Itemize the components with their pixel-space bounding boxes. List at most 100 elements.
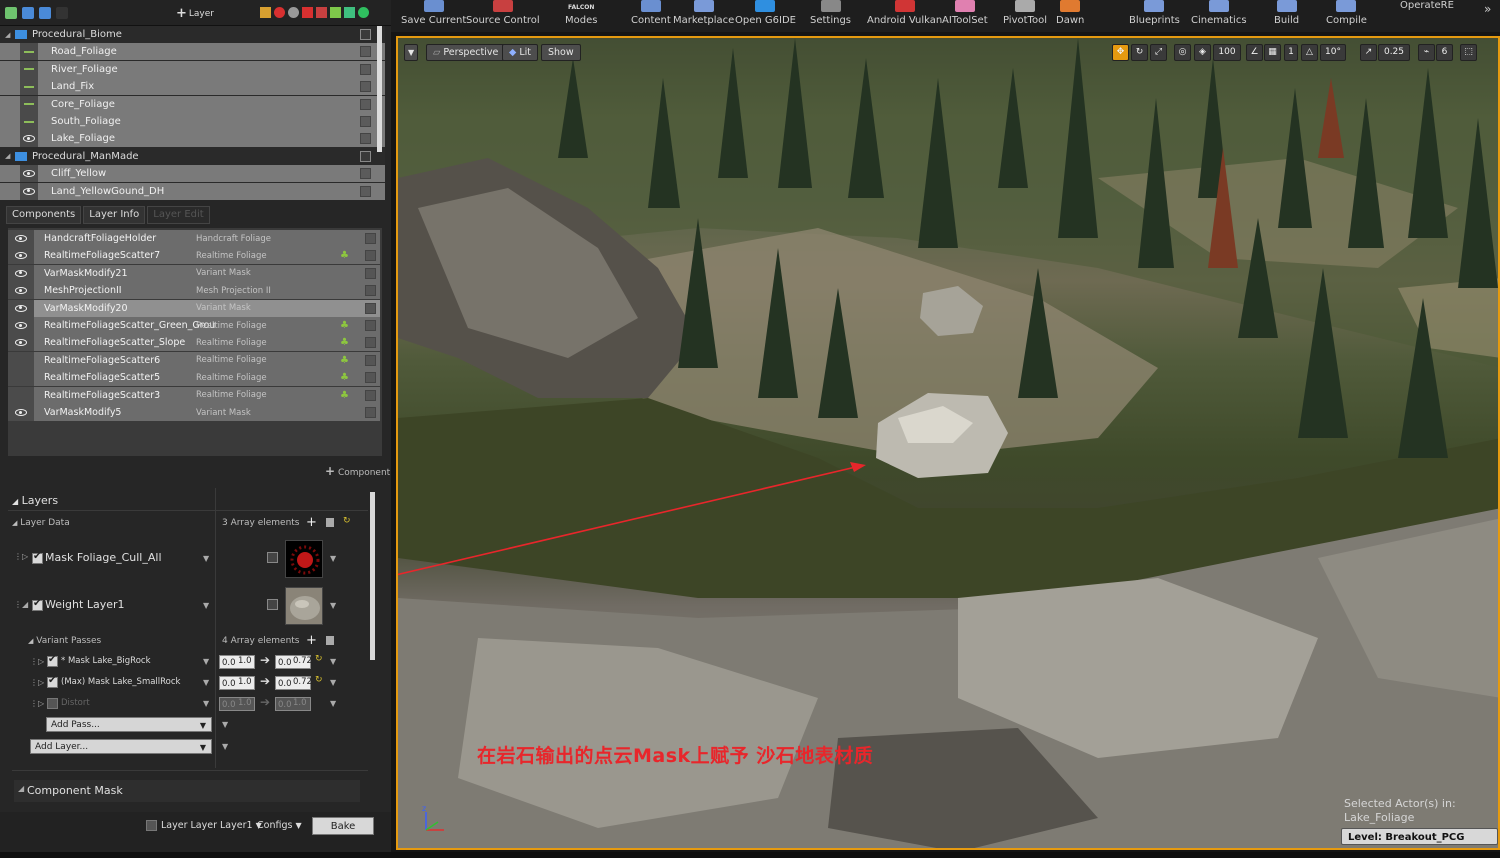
- add-component-button[interactable]: + Component: [325, 464, 390, 478]
- lock-checkbox[interactable]: [360, 168, 371, 180]
- camera-speed-icon[interactable]: ⌁: [1418, 44, 1435, 61]
- component-enable-checkbox[interactable]: [365, 233, 376, 244]
- range-max-field[interactable]: 1.0: [238, 656, 252, 666]
- visibility-toggle[interactable]: [8, 264, 34, 282]
- toolbar-button[interactable]: Dawn: [1056, 0, 1084, 32]
- rotate-tool-icon[interactable]: ↻: [1131, 44, 1148, 61]
- add-element-icon[interactable]: +: [306, 633, 317, 648]
- add-element-icon[interactable]: +: [306, 515, 317, 530]
- toolbar-button[interactable]: Cinematics: [1191, 0, 1247, 32]
- outliner-item[interactable]: Core_Foliage: [0, 95, 385, 113]
- chevron-down-icon[interactable]: ▼: [330, 699, 336, 708]
- component-row[interactable]: MeshProjectionII Mesh Projection II: [8, 282, 380, 300]
- visibility-toggle[interactable]: [8, 247, 34, 265]
- mask-layer-checkbox[interactable]: [32, 551, 43, 564]
- lock-checkbox[interactable]: [360, 185, 371, 197]
- visibility-toggle[interactable]: [8, 404, 34, 421]
- perspective-button[interactable]: ▱ Perspective: [426, 44, 506, 61]
- range-max-field[interactable]: 1.0: [238, 677, 252, 687]
- lock-checkbox[interactable]: [360, 63, 371, 75]
- add-layer-button[interactable]: + Layer: [176, 6, 214, 21]
- chevron-down-icon[interactable]: ▼: [330, 657, 336, 666]
- configs-menu[interactable]: Configs ▼: [257, 820, 302, 831]
- translate-tool-icon[interactable]: ✥: [1112, 44, 1129, 61]
- component-row[interactable]: RealtimeFoliageScatter_Green_Grou Realtim…: [8, 317, 380, 334]
- world-local-icon[interactable]: ◎: [1174, 44, 1191, 61]
- camera-speed-value[interactable]: 6: [1436, 44, 1453, 61]
- chevron-down-icon[interactable]: ▼: [222, 720, 228, 729]
- outliner-scrollbar[interactable]: [377, 26, 382, 152]
- visibility-toggle[interactable]: [8, 230, 34, 247]
- drag-handle-icon[interactable]: ⋮▷: [14, 552, 28, 561]
- outliner-item[interactable]: Land_Fix: [0, 78, 385, 96]
- component-row[interactable]: HandcraftFoliageHolder Handcraft Foliage: [8, 230, 380, 247]
- component-row[interactable]: RealtimeFoliageScatter_Slope Realtime Fol…: [8, 334, 380, 352]
- toolbar-button[interactable]: Content: [631, 0, 671, 32]
- collapse-arrow-icon[interactable]: ◢: [5, 152, 10, 160]
- lock-checkbox[interactable]: [360, 81, 371, 93]
- visibility-toggle[interactable]: [20, 43, 38, 61]
- out-max-field[interactable]: 0.72: [293, 656, 312, 666]
- toolbar-button[interactable]: PivotTool: [1003, 0, 1047, 32]
- component-enable-checkbox[interactable]: [365, 267, 376, 279]
- component-enable-checkbox[interactable]: [365, 302, 376, 314]
- surface-snap-icon[interactable]: ◈: [1194, 44, 1211, 61]
- chevron-down-icon[interactable]: ▼: [330, 601, 336, 610]
- chevron-down-icon[interactable]: ▼: [203, 554, 209, 563]
- collapse-arrow-icon[interactable]: ◢: [5, 31, 10, 39]
- weight-thumbnail[interactable]: [285, 587, 323, 625]
- outliner-folder[interactable]: ◢ Procedural_Biome: [0, 26, 385, 43]
- tab-components[interactable]: Components: [6, 206, 82, 224]
- visibility-toggle[interactable]: [20, 130, 38, 148]
- pass-checkbox[interactable]: [47, 698, 58, 709]
- grid-snap-value[interactable]: 100: [1213, 44, 1241, 61]
- drag-handle-icon[interactable]: ⋮◢: [14, 600, 28, 609]
- scale-snap-value[interactable]: 0.25: [1378, 44, 1410, 61]
- visibility-toggle[interactable]: [8, 369, 34, 387]
- component-enable-checkbox[interactable]: [365, 407, 376, 418]
- toolbar-button[interactable]: Compile: [1326, 0, 1367, 32]
- visibility-toggle[interactable]: [8, 334, 34, 352]
- scale-snap-icon[interactable]: ↗: [1360, 44, 1377, 61]
- weight-layer-checkbox[interactable]: [32, 598, 43, 611]
- overflow-chevron-icon[interactable]: »: [1484, 2, 1491, 16]
- stop-icon[interactable]: [302, 7, 313, 18]
- sync-icon[interactable]: [358, 7, 369, 18]
- paint-icon[interactable]: [316, 7, 327, 18]
- folder-icon[interactable]: [39, 6, 51, 19]
- visibility-toggle[interactable]: [8, 317, 34, 334]
- visibility-icon[interactable]: [5, 6, 17, 19]
- component-enable-checkbox[interactable]: [365, 320, 376, 331]
- component-enable-checkbox[interactable]: [365, 389, 376, 401]
- tab-layer-info[interactable]: Layer Info: [83, 206, 146, 224]
- range-max-field[interactable]: 1.0: [238, 698, 252, 708]
- pass-checkbox[interactable]: [47, 654, 58, 667]
- variant-passes-row[interactable]: ◢ Variant Passes: [28, 636, 101, 646]
- chevron-down-icon[interactable]: ▼: [330, 678, 336, 687]
- grid-icon[interactable]: ▦: [1264, 44, 1281, 61]
- chevron-down-icon[interactable]: ▼: [203, 678, 209, 687]
- drag-handle-icon[interactable]: ⋮▷: [30, 657, 44, 666]
- visibility-toggle[interactable]: [8, 386, 34, 404]
- outliner-item[interactable]: Land_YellowGound_DH: [0, 182, 385, 200]
- component-mask-section[interactable]: ◢ Component Mask: [14, 780, 360, 802]
- weight-layer-toggle[interactable]: [267, 599, 278, 610]
- tab-layer-edit[interactable]: Layer Edit: [147, 206, 210, 224]
- component-row[interactable]: VarMaskModify21 Variant Mask: [8, 264, 380, 282]
- toolbar-button[interactable]: Source Control: [466, 0, 540, 32]
- visibility-toggle[interactable]: [20, 182, 38, 200]
- scale-tool-icon[interactable]: ⤢: [1150, 44, 1167, 61]
- component-row[interactable]: RealtimeFoliageScatter6 Realtime Foliage ♣: [8, 351, 380, 369]
- toolbar-button[interactable]: Marketplace: [673, 0, 734, 32]
- outliner-item[interactable]: South_Foliage: [0, 113, 385, 130]
- component-row[interactable]: RealtimeFoliageScatter5 Realtime Foliage ♣: [8, 369, 380, 387]
- filter-icon[interactable]: [56, 6, 68, 19]
- rotate-snap-a-value[interactable]: 1: [1284, 44, 1298, 61]
- circle-icon[interactable]: [288, 7, 299, 18]
- outliner-item[interactable]: Road_Foliage: [0, 43, 385, 61]
- toolbar-button[interactable]: OperateRE: [1400, 0, 1454, 32]
- rotate-snap-icon[interactable]: ∠: [1246, 44, 1263, 61]
- bake-button[interactable]: Bake: [312, 817, 374, 835]
- visibility-toggle[interactable]: [8, 299, 34, 317]
- lock-checkbox[interactable]: [360, 29, 371, 40]
